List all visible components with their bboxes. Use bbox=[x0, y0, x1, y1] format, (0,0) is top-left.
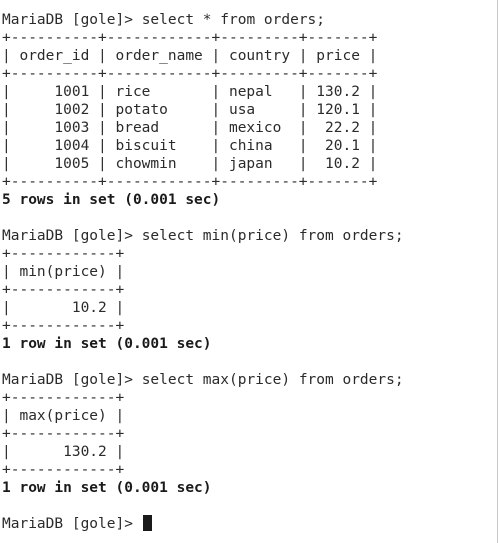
table-border: +------------+ bbox=[2, 318, 125, 334]
command-text: select min(price) from orders; bbox=[141, 228, 404, 244]
terminal-output: MariaDB [gole]> select * from orders; +-… bbox=[2, 0, 404, 533]
prompt: MariaDB [gole]> bbox=[2, 12, 142, 28]
table-row: | 1002 | potato | usa | 120.1 | bbox=[2, 102, 378, 118]
table-border: +------------+ bbox=[2, 246, 125, 262]
result-status: 1 row in set (0.001 sec) bbox=[2, 336, 212, 352]
table-row: | 130.2 | bbox=[2, 444, 125, 460]
query-line: MariaDB [gole]> select max(price) from o… bbox=[2, 371, 404, 389]
prompt: MariaDB [gole]> bbox=[2, 516, 142, 532]
table-row: | 1005 | chowmin | japan | 10.2 | bbox=[2, 156, 378, 172]
result-status: 1 row in set (0.001 sec) bbox=[2, 480, 212, 496]
prompt: MariaDB [gole]> bbox=[2, 372, 142, 388]
table-row: | 1004 | biscuit | china | 20.1 | bbox=[2, 138, 378, 154]
text-cursor bbox=[142, 515, 152, 531]
query-line: MariaDB [gole]> select min(price) from o… bbox=[2, 227, 404, 245]
table-row: | 1003 | bread | mexico | 22.2 | bbox=[2, 120, 378, 136]
clipped-output-line bbox=[2, 0, 404, 11]
command-text: select * from orders; bbox=[141, 12, 326, 28]
table-header-row: | min(price) | bbox=[2, 264, 125, 280]
table-header-row: | order_id | order_name | country | pric… bbox=[2, 48, 378, 64]
prompt: MariaDB [gole]> bbox=[2, 228, 142, 244]
terminal-window[interactable]: MariaDB [gole]> select * from orders; +-… bbox=[0, 0, 498, 543]
command-text: select max(price) from orders; bbox=[141, 372, 404, 388]
table-header-row: | max(price) | bbox=[2, 408, 125, 424]
table-border: +----------+------------+---------+-----… bbox=[2, 174, 378, 190]
table-row: | 10.2 | bbox=[2, 300, 125, 316]
table-border: +------------+ bbox=[2, 282, 125, 298]
table-border: +------------+ bbox=[2, 426, 125, 442]
table-border: +----------+------------+---------+-----… bbox=[2, 66, 378, 82]
table-border: +------------+ bbox=[2, 462, 125, 478]
table-border: +------------+ bbox=[2, 390, 125, 406]
query-line: MariaDB [gole]> select * from orders; bbox=[2, 11, 404, 29]
table-border: +----------+------------+---------+-----… bbox=[2, 30, 378, 46]
result-status: 5 rows in set (0.001 sec) bbox=[2, 192, 221, 208]
table-row: | 1001 | rice | nepal | 130.2 | bbox=[2, 84, 378, 100]
current-prompt-line[interactable]: MariaDB [gole]> bbox=[2, 515, 404, 533]
